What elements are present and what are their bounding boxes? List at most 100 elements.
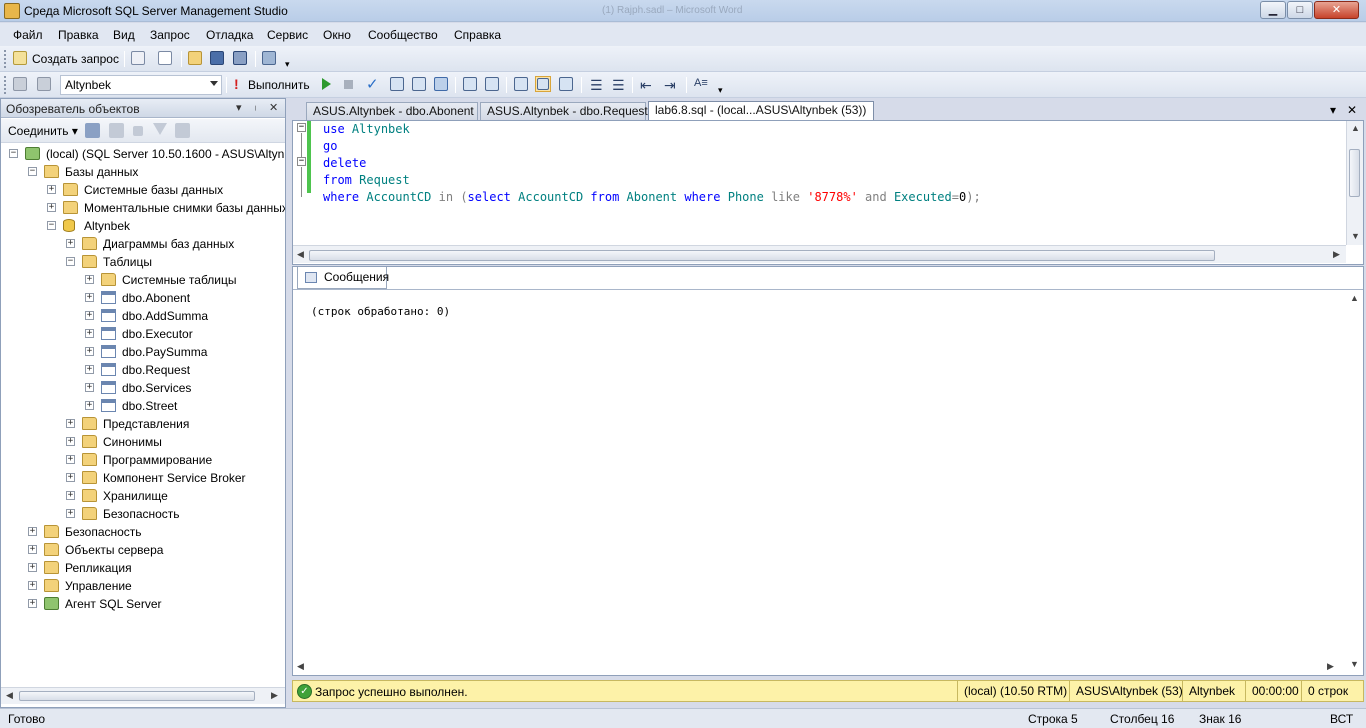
- tree-node[interactable]: + Агент SQL Server: [1, 595, 285, 613]
- expand-icon[interactable]: +: [85, 365, 94, 374]
- scroll-down-icon[interactable]: ▼: [1350, 659, 1359, 669]
- tree-node[interactable]: − Altynbek: [1, 217, 285, 235]
- tree-node[interactable]: − Таблицы: [1, 253, 285, 271]
- menu-community[interactable]: Сообщество: [368, 28, 438, 42]
- scroll-right-icon[interactable]: ▶: [1327, 661, 1334, 672]
- tree-node[interactable]: + dbo.PaySumma: [1, 343, 285, 361]
- tree-node[interactable]: − Базы данных: [1, 163, 285, 181]
- pin-icon[interactable]: ᛧ: [252, 101, 259, 113]
- expand-icon[interactable]: +: [47, 203, 56, 212]
- uncomment-icon[interactable]: ☰: [612, 77, 625, 94]
- menu-file[interactable]: Файл: [13, 28, 43, 42]
- expand-icon[interactable]: +: [66, 509, 75, 518]
- active-files-icon[interactable]: ▾: [1330, 103, 1336, 117]
- cancel-query-icon[interactable]: [344, 80, 353, 89]
- menu-help[interactable]: Справка: [454, 28, 501, 42]
- connect-icon[interactable]: [12, 76, 28, 92]
- tree-node[interactable]: + Безопасность: [1, 523, 285, 541]
- toolbar-overflow-icon[interactable]: ▾: [718, 85, 723, 96]
- object-explorer-horizontal-scrollbar[interactable]: ◀ ▶: [1, 687, 285, 704]
- scroll-up-icon[interactable]: ▲: [1351, 123, 1360, 133]
- scroll-left-icon[interactable]: ◀: [297, 249, 304, 260]
- toolbar-grip[interactable]: [4, 76, 7, 94]
- expand-icon[interactable]: +: [66, 473, 75, 482]
- sql-editor[interactable]: − − use Altynbek go delete from Request wher…: [292, 120, 1364, 265]
- collapse-region-icon[interactable]: −: [297, 123, 306, 132]
- expand-icon[interactable]: +: [85, 293, 94, 302]
- tree-node[interactable]: + dbo.Request: [1, 361, 285, 379]
- results-horizontal-scrollbar[interactable]: ◀ ▶: [293, 659, 1345, 675]
- client-statistics-icon[interactable]: [484, 76, 500, 92]
- tree-node[interactable]: + Представления: [1, 415, 285, 433]
- increase-indent-icon[interactable]: ⇥: [664, 77, 676, 94]
- execute-button[interactable]: Выполнить: [248, 78, 310, 92]
- expand-icon[interactable]: +: [28, 581, 37, 590]
- open-file-icon[interactable]: [187, 50, 203, 66]
- expand-icon[interactable]: +: [85, 329, 94, 338]
- tree-node[interactable]: + Синонимы: [1, 433, 285, 451]
- expand-icon[interactable]: +: [85, 401, 94, 410]
- scroll-left-icon[interactable]: ◀: [297, 661, 304, 672]
- results-to-file-icon[interactable]: [558, 76, 574, 92]
- database-select[interactable]: Altynbek: [60, 75, 222, 95]
- specify-values-icon[interactable]: [433, 76, 449, 92]
- tree-node[interactable]: − (local) (SQL Server 10.50.1600 - ASUS\A…: [1, 145, 285, 163]
- scroll-right-icon[interactable]: ▶: [271, 690, 278, 701]
- tree-node[interactable]: + Системные базы данных: [1, 181, 285, 199]
- new-query-button[interactable]: Создать запрос: [32, 52, 119, 66]
- panel-dropdown-icon[interactable]: ▾: [236, 101, 242, 114]
- collapse-icon[interactable]: −: [9, 149, 18, 158]
- expand-icon[interactable]: +: [66, 455, 75, 464]
- tab-abonent[interactable]: ASUS.Altynbek - dbo.Abonent: [306, 102, 478, 120]
- tree-node[interactable]: + Репликация: [1, 559, 285, 577]
- tree-node[interactable]: + dbo.Executor: [1, 325, 285, 343]
- save-icon[interactable]: [209, 50, 225, 66]
- parse-icon[interactable]: ✓: [366, 75, 379, 93]
- database-engine-query-icon[interactable]: [130, 50, 146, 66]
- editor-horizontal-scrollbar[interactable]: ◀ ▶: [293, 245, 1346, 263]
- editor-vertical-scrollbar[interactable]: ▲ ▼: [1346, 121, 1363, 245]
- menu-query[interactable]: Запрос: [150, 28, 190, 42]
- minimize-button[interactable]: ▁: [1260, 1, 1286, 19]
- toolbar-overflow-icon[interactable]: ▾: [285, 59, 290, 70]
- tree-node[interactable]: + Моментальные снимки базы данных: [1, 199, 285, 217]
- include-plan-icon[interactable]: [462, 76, 478, 92]
- close-window-button[interactable]: ✕: [1314, 1, 1359, 19]
- menu-debug[interactable]: Отладка: [206, 28, 253, 42]
- collapse-icon[interactable]: −: [47, 221, 56, 230]
- expand-icon[interactable]: +: [47, 185, 56, 194]
- collapse-icon[interactable]: −: [66, 257, 75, 266]
- stop-icon[interactable]: [133, 126, 143, 136]
- expand-icon[interactable]: +: [28, 563, 37, 572]
- scrollbar-thumb[interactable]: [309, 250, 1215, 261]
- tree-node[interactable]: + Хранилище: [1, 487, 285, 505]
- connect-dropdown[interactable]: Соединить ▾: [8, 124, 78, 138]
- results-vertical-scrollbar[interactable]: ▲ ▼: [1346, 291, 1363, 675]
- scrollbar-thumb[interactable]: [1349, 149, 1360, 197]
- close-tab-icon[interactable]: ✕: [1347, 103, 1357, 117]
- expand-icon[interactable]: +: [28, 545, 37, 554]
- new-file-icon[interactable]: [157, 50, 173, 66]
- expand-icon[interactable]: +: [28, 599, 37, 608]
- tree-node[interactable]: + dbo.Services: [1, 379, 285, 397]
- scroll-up-icon[interactable]: ▲: [1350, 293, 1359, 303]
- tree-node[interactable]: + Диаграммы баз данных: [1, 235, 285, 253]
- menu-tools[interactable]: Сервис: [267, 28, 308, 42]
- tree-node[interactable]: + Объекты сервера: [1, 541, 285, 559]
- expand-icon[interactable]: +: [85, 275, 94, 284]
- toolbar-grip[interactable]: [4, 50, 7, 68]
- results-to-grid-icon[interactable]: [535, 76, 551, 92]
- save-all-icon[interactable]: [232, 50, 248, 66]
- tab-lab-sql[interactable]: lab6.8.sql - (local...ASUS\Altynbek (53)…: [648, 101, 874, 121]
- expand-icon[interactable]: +: [66, 239, 75, 248]
- scroll-down-icon[interactable]: ▼: [1351, 231, 1360, 241]
- tree-node[interactable]: + Компонент Service Broker: [1, 469, 285, 487]
- refresh-icon[interactable]: [175, 123, 190, 138]
- tree-node[interactable]: + Управление: [1, 577, 285, 595]
- collapse-icon[interactable]: −: [28, 167, 37, 176]
- close-panel-icon[interactable]: ✕: [269, 101, 278, 114]
- expand-icon[interactable]: +: [85, 383, 94, 392]
- menu-edit[interactable]: Правка: [58, 28, 99, 42]
- scroll-right-icon[interactable]: ▶: [1333, 249, 1340, 260]
- comment-icon[interactable]: ☰: [590, 77, 603, 94]
